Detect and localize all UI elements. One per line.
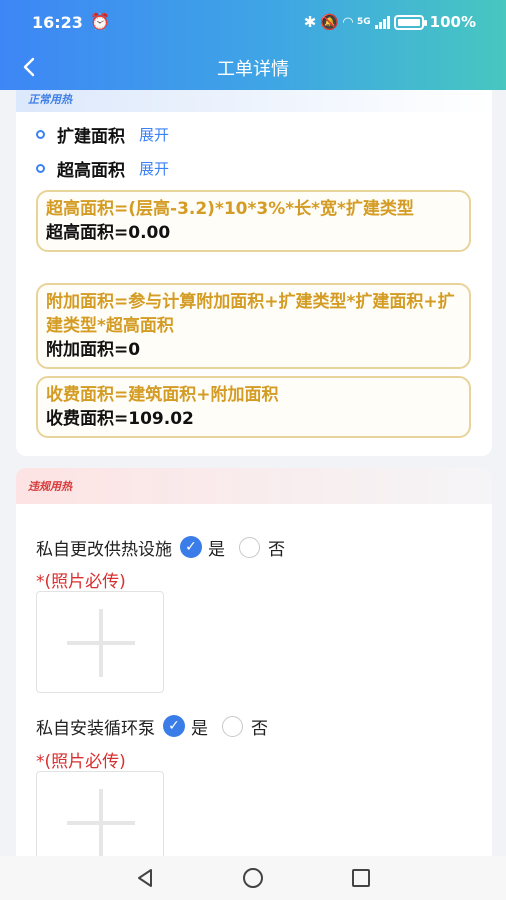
question-label: 私自安装循环泵 bbox=[36, 718, 155, 739]
expand-button[interactable]: 展开 bbox=[139, 124, 169, 145]
formula-box-charge-area: 收费面积=建筑面积+附加面积 收费面积=109.02 bbox=[36, 376, 471, 438]
top-bar: 16:23 ⏰ ✱ 🔕 ◠ 5G 100% 工单详情 bbox=[0, 0, 506, 90]
signal-icon bbox=[374, 15, 390, 29]
bluetooth-icon: ✱ bbox=[303, 13, 317, 31]
yes-label: 是 bbox=[208, 539, 225, 560]
plus-icon-vertical bbox=[99, 789, 103, 857]
section-label: 正常用热 bbox=[28, 93, 72, 106]
photo-upload-box[interactable] bbox=[36, 591, 164, 693]
status-bar: 16:23 ⏰ ✱ 🔕 ◠ 5G 100% bbox=[0, 0, 506, 46]
super-height-area-row: 超高面积 展开 bbox=[36, 156, 169, 181]
question-label: 私自更改供热设施 bbox=[36, 539, 172, 560]
formula-result: 附加面积=0 bbox=[46, 340, 141, 360]
radio-no[interactable] bbox=[239, 536, 260, 558]
expand-button[interactable]: 展开 bbox=[139, 158, 169, 179]
expansion-area-row: 扩建面积 展开 bbox=[36, 122, 169, 147]
normal-heating-card: 正常用热 扩建面积 展开 超高面积 展开 超高面积=(层高-3.2)*10*3%… bbox=[16, 90, 492, 456]
status-time: 16:23 bbox=[32, 13, 83, 32]
alarm-icon: ⏰ bbox=[90, 12, 110, 31]
plus-icon-vertical bbox=[99, 609, 103, 677]
formula-text: 超高面积=(层高-3.2)*10*3%*长*宽*扩建类型 bbox=[46, 199, 414, 219]
violation-section-header: 违规用热 bbox=[16, 468, 492, 504]
nav-recents-icon[interactable] bbox=[349, 866, 373, 890]
nav-back-icon[interactable] bbox=[133, 866, 157, 890]
question-modify-facility: 私自更改供热设施 ✓ 是 否 bbox=[36, 534, 285, 560]
yes-label: 是 bbox=[191, 718, 208, 739]
battery-level: 100% bbox=[429, 13, 476, 31]
photo-required-note: *(照片必传) bbox=[36, 572, 126, 592]
system-nav-bar bbox=[0, 856, 506, 900]
section-header: 正常用热 bbox=[16, 90, 492, 112]
app-header: 工单详情 bbox=[0, 46, 506, 90]
network-type: 5G bbox=[357, 17, 371, 27]
question-install-pump: 私自安装循环泵 ✓ 是 否 bbox=[36, 713, 268, 739]
formula-result: 收费面积=109.02 bbox=[46, 409, 194, 429]
violation-heating-card: 私自更改供热设施 ✓ 是 否 *(照片必传) 私自安装循环泵 ✓ 是 否 *(照… bbox=[16, 504, 492, 873]
photo-required-note: *(照片必传) bbox=[36, 752, 126, 772]
formula-text: 收费面积=建筑面积+附加面积 bbox=[46, 385, 279, 405]
formula-result: 超高面积=0.00 bbox=[46, 223, 171, 243]
mute-icon: 🔕 bbox=[320, 13, 339, 31]
radio-no[interactable] bbox=[222, 715, 243, 737]
status-icons: ✱ 🔕 ◠ 5G 100% bbox=[304, 13, 476, 31]
formula-box-additional-area: 附加面积=参与计算附加面积+扩建类型*扩建面积+扩建类型*超高面积 附加面积=0 bbox=[36, 283, 471, 369]
bullet-icon bbox=[36, 163, 45, 173]
formula-box-super-height: 超高面积=(层高-3.2)*10*3%*长*宽*扩建类型 超高面积=0.00 bbox=[36, 190, 471, 252]
radio-yes-checked[interactable]: ✓ bbox=[180, 536, 202, 558]
row-label: 超高面积 bbox=[57, 160, 125, 181]
page-title: 工单详情 bbox=[217, 59, 289, 80]
no-label: 否 bbox=[251, 718, 268, 739]
battery-icon bbox=[393, 14, 427, 30]
wifi-icon: ◠ bbox=[343, 14, 353, 30]
formula-text: 附加面积=参与计算附加面积+扩建类型*扩建面积+扩建类型*超高面积 bbox=[46, 292, 455, 336]
no-label: 否 bbox=[268, 539, 285, 560]
nav-home-icon[interactable] bbox=[241, 866, 265, 890]
radio-yes-checked[interactable]: ✓ bbox=[163, 715, 185, 737]
section-label: 违规用热 bbox=[28, 480, 72, 493]
row-label: 扩建面积 bbox=[57, 126, 125, 147]
bullet-icon bbox=[36, 129, 45, 139]
